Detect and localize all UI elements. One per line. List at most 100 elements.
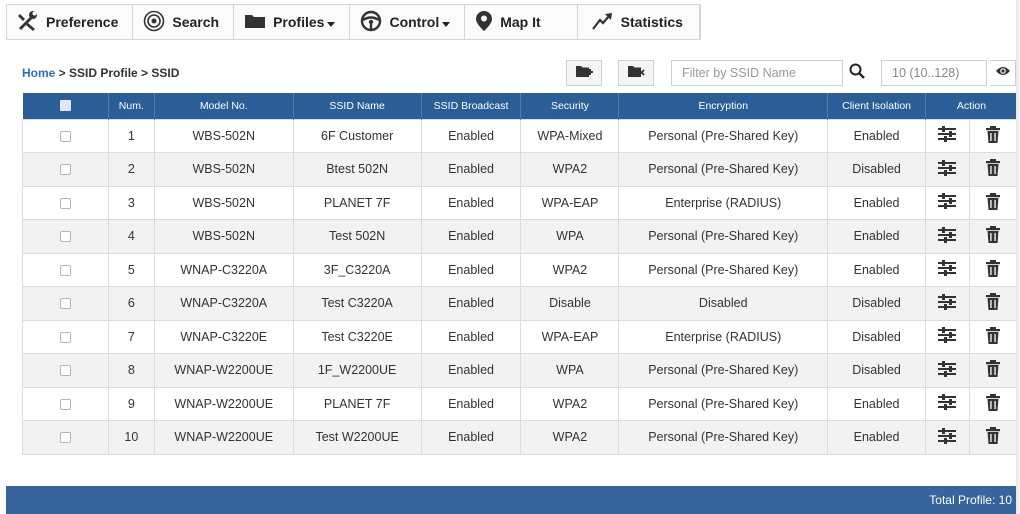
table-row[interactable]: 7 WNAP-C3220E Test C3220E Enabled WPA-EAP Ent… <box>22 319 1019 354</box>
add-folder-button[interactable] <box>566 60 602 86</box>
cell-client-isolation: Disabled <box>827 286 927 321</box>
trash-icon[interactable] <box>986 125 1001 143</box>
cell-num: 5 <box>107 252 155 287</box>
tools-icon <box>17 10 46 34</box>
trash-icon[interactable] <box>986 192 1001 210</box>
row-checkbox[interactable] <box>59 298 71 310</box>
search-button[interactable] <box>846 60 868 86</box>
trash-icon[interactable] <box>986 326 1001 344</box>
cell-model: WNAP-C3220A <box>153 252 294 287</box>
cell-ssid-name: Test W2200UE <box>292 420 422 455</box>
row-checkbox[interactable] <box>59 264 71 276</box>
delete-folder-button[interactable] <box>618 60 654 86</box>
cell-security: WPA <box>520 353 620 388</box>
table-row[interactable]: 6 WNAP-C3220A Test C3220A Enabled Disable Dis… <box>22 286 1019 321</box>
edit-settings-icon[interactable] <box>938 394 957 411</box>
delete-cell <box>968 219 1019 254</box>
edit-settings-icon[interactable] <box>938 327 957 344</box>
cell-encryption: Personal (Pre-Shared Key) <box>618 386 829 421</box>
cell-ssid-broadcast: Enabled <box>420 420 522 455</box>
cell-num: 3 <box>107 185 155 220</box>
trash-icon[interactable] <box>986 360 1001 378</box>
cell-client-isolation: Enabled <box>827 118 927 153</box>
row-checkbox[interactable] <box>59 365 71 377</box>
row-checkbox[interactable] <box>59 398 71 410</box>
toolbar-profiles[interactable]: Profiles <box>234 5 351 39</box>
row-checkbox[interactable] <box>59 432 71 444</box>
breadcrumb-home[interactable]: Home <box>22 66 55 80</box>
row-select-cell <box>22 152 109 187</box>
cell-client-isolation: Enabled <box>827 185 927 220</box>
cell-encryption: Enterprise (RADIUS) <box>618 319 829 354</box>
cell-model: WNAP-W2200UE <box>153 386 294 421</box>
window-edge-shadow <box>1016 0 1020 514</box>
edit-settings-icon[interactable] <box>938 159 957 176</box>
delete-cell <box>968 185 1019 220</box>
cell-ssid-broadcast: Enabled <box>420 386 522 421</box>
row-select-cell <box>22 252 109 287</box>
table-row[interactable]: 10 WNAP-W2200UE Test W2200UE Enabled WPA2 Per… <box>22 420 1019 455</box>
cell-ssid-name: 6F Customer <box>292 118 422 153</box>
table-row[interactable]: 2 WBS-502N Btest 502N Enabled WPA2 Personal (… <box>22 152 1019 187</box>
trash-icon[interactable] <box>986 393 1001 411</box>
table-row[interactable]: 1 WBS-502N 6F Customer Enabled WPA-Mixed Pers… <box>22 118 1019 153</box>
breadcrumb: Home > SSID Profile > SSID <box>22 66 179 80</box>
edit-settings-icon[interactable] <box>938 293 957 310</box>
toolbar-map-it[interactable]: Map It <box>465 5 578 39</box>
edit-cell <box>925 118 970 153</box>
trash-icon[interactable] <box>986 226 1001 244</box>
row-checkbox[interactable] <box>59 130 71 142</box>
edit-settings-icon[interactable] <box>938 193 957 210</box>
cell-security: WPA2 <box>520 252 620 287</box>
table-row[interactable]: 9 WNAP-W2200UE PLANET 7F Enabled WPA2 Persona… <box>22 386 1019 421</box>
trash-icon[interactable] <box>986 427 1001 445</box>
edit-settings-icon[interactable] <box>938 360 957 377</box>
column-visibility-button[interactable] <box>990 60 1016 86</box>
toolbar-control[interactable]: Control <box>350 5 466 39</box>
page-size-field[interactable]: 10 (10..128) <box>881 60 987 86</box>
cell-model: WNAP-C3220E <box>153 319 294 354</box>
edit-settings-icon[interactable] <box>938 260 957 277</box>
toolbar-preference[interactable]: Preference <box>7 5 134 39</box>
toolbar-search-label: Search <box>172 14 220 30</box>
select-all-checkbox[interactable] <box>59 100 71 112</box>
table-row[interactable]: 5 WNAP-C3220A 3F_C3220A Enabled WPA2 Personal… <box>22 252 1019 287</box>
edit-settings-icon[interactable] <box>938 427 957 444</box>
edit-settings-icon[interactable] <box>938 126 957 143</box>
trash-icon[interactable] <box>986 293 1001 311</box>
cell-client-isolation: Enabled <box>827 386 927 421</box>
header-client-isolation: Client Isolation <box>827 93 927 119</box>
toolbar-search[interactable]: Search <box>133 5 235 39</box>
toolbar-statistics[interactable]: Statistics <box>578 5 700 39</box>
row-checkbox[interactable] <box>59 331 71 343</box>
table-row[interactable]: 8 WNAP-W2200UE 1F_W2200UE Enabled WPA Persona… <box>22 353 1019 388</box>
row-select-cell <box>22 185 109 220</box>
row-checkbox[interactable] <box>59 231 71 243</box>
row-select-cell <box>22 286 109 321</box>
row-checkbox[interactable] <box>59 164 71 176</box>
folder-remove-icon <box>627 64 645 83</box>
cell-ssid-broadcast: Enabled <box>420 319 522 354</box>
cell-ssid-broadcast: Enabled <box>420 185 522 220</box>
cell-client-isolation: Enabled <box>827 252 927 287</box>
trash-icon[interactable] <box>986 159 1001 177</box>
ssid-filter-input[interactable] <box>671 60 843 86</box>
table-footer: Total Profile: 10 <box>6 486 1020 514</box>
row-select-cell <box>22 118 109 153</box>
table-row[interactable]: 3 WBS-502N PLANET 7F Enabled WPA-EAP Enterpri… <box>22 185 1019 220</box>
cell-num: 4 <box>107 219 155 254</box>
delete-cell <box>968 319 1019 354</box>
main-toolbar: Preference Search Profiles Control Map I… <box>6 4 701 40</box>
steering-wheel-icon <box>360 10 389 35</box>
trash-icon[interactable] <box>986 259 1001 277</box>
cell-num: 2 <box>107 152 155 187</box>
cell-ssid-name: Test C3220E <box>292 319 422 354</box>
row-checkbox[interactable] <box>59 197 71 209</box>
cell-ssid-name: 3F_C3220A <box>292 252 422 287</box>
breadcrumb-ssid-profile[interactable]: SSID Profile <box>69 66 138 80</box>
breadcrumb-current: SSID <box>151 66 180 80</box>
cell-security: WPA2 <box>520 386 620 421</box>
edit-settings-icon[interactable] <box>938 226 957 243</box>
cell-encryption: Personal (Pre-Shared Key) <box>618 219 829 254</box>
table-row[interactable]: 4 WBS-502N Test 502N Enabled WPA Personal (Pr… <box>22 219 1019 254</box>
